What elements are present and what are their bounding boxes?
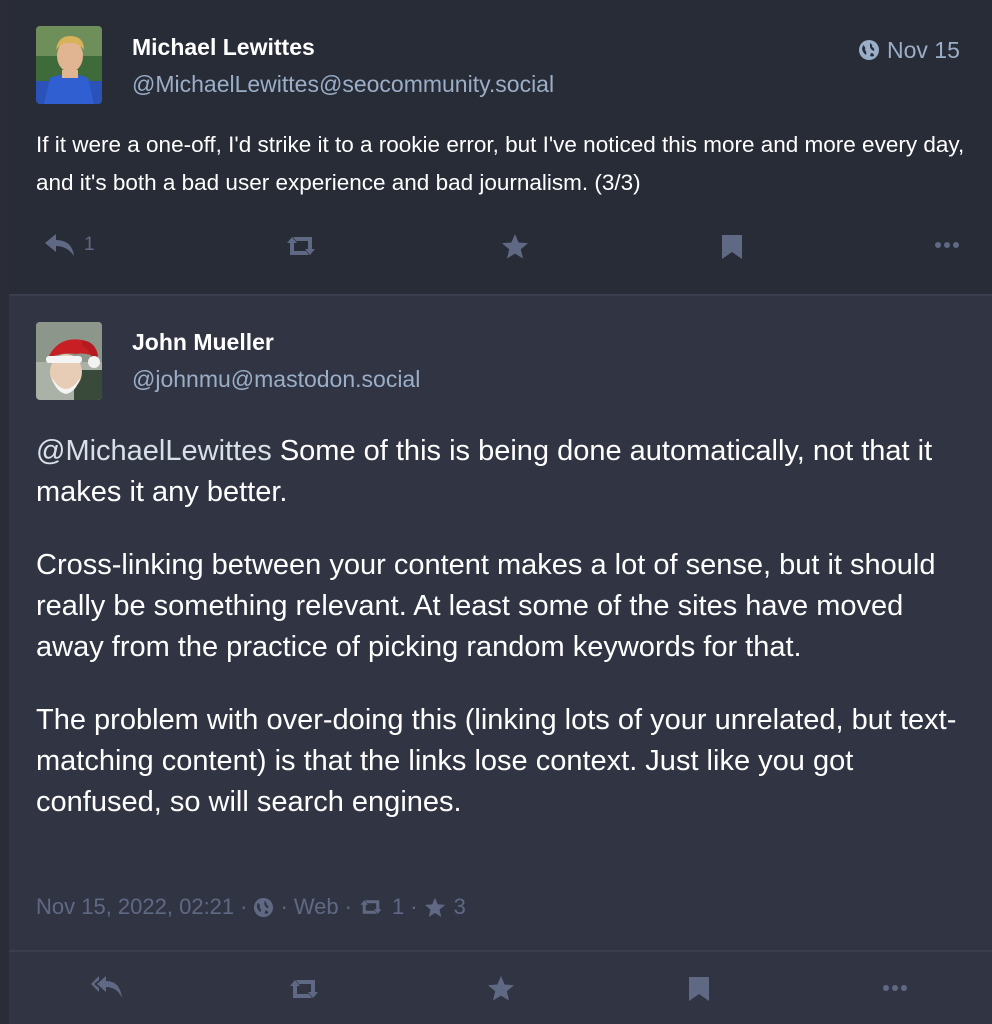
star-icon bbox=[502, 234, 528, 259]
more-button[interactable] bbox=[882, 984, 908, 992]
globe-icon bbox=[254, 897, 274, 917]
ellipsis-icon bbox=[883, 985, 907, 991]
favourite-count-link[interactable]: 3 bbox=[424, 894, 466, 920]
page: Michael Lewittes @MichaelLewittes@seocom… bbox=[0, 0, 992, 1024]
favourite-count: 3 bbox=[453, 894, 466, 919]
status-timestamp[interactable]: Nov 15 bbox=[887, 37, 960, 64]
retweet-icon bbox=[360, 900, 382, 914]
bookmark-button[interactable] bbox=[688, 976, 710, 1002]
account-handle[interactable]: @johnmu@mastodon.social bbox=[132, 366, 420, 393]
bookmark-button[interactable] bbox=[721, 234, 743, 260]
application-name: Web bbox=[293, 894, 339, 919]
ellipsis-icon bbox=[935, 242, 959, 248]
action-bar-divider bbox=[9, 950, 992, 952]
avatar-michael-lewittes[interactable] bbox=[36, 26, 102, 104]
bookmark-icon bbox=[689, 977, 709, 1001]
mention-link[interactable]: @MichaelLewittes bbox=[36, 435, 272, 467]
content-paragraph: The problem with over-doing this (linkin… bbox=[36, 704, 957, 818]
boost-count-link[interactable]: 1 bbox=[358, 894, 404, 920]
display-name[interactable]: Michael Lewittes bbox=[132, 34, 315, 61]
status-datetime[interactable]: Nov 15, 2022, 02:21 bbox=[36, 894, 234, 920]
favourite-button[interactable] bbox=[501, 233, 529, 260]
separator: · bbox=[410, 894, 418, 919]
retweet-icon bbox=[287, 237, 315, 255]
avatar-john-mueller[interactable] bbox=[36, 322, 102, 400]
star-icon bbox=[488, 976, 514, 1001]
boost-button[interactable] bbox=[287, 977, 321, 1001]
status-content: @MichaelLewittes Some of this is being d… bbox=[36, 431, 976, 855]
star-icon bbox=[424, 897, 445, 917]
reply-icon bbox=[45, 234, 74, 256]
retweet-icon bbox=[290, 980, 318, 998]
more-button[interactable] bbox=[934, 241, 960, 249]
reply-all-button[interactable] bbox=[90, 974, 124, 1000]
reply-button[interactable]: 1 bbox=[44, 232, 95, 258]
separator: · bbox=[344, 894, 352, 919]
account-handle[interactable]: @MichaelLewittes@seocommunity.social bbox=[132, 71, 554, 98]
separator: · bbox=[280, 894, 288, 919]
content-paragraph: @MichaelLewittes Some of this is being d… bbox=[36, 431, 976, 513]
status-meta: Nov 15, 2022, 02:21 · · Web · 1 · 3 bbox=[36, 894, 466, 920]
content-paragraph: Cross-linking between your content makes… bbox=[36, 549, 936, 663]
reply-count: 1 bbox=[84, 234, 95, 255]
boost-count: 1 bbox=[391, 894, 405, 919]
favourite-button[interactable] bbox=[487, 975, 515, 1002]
globe-icon bbox=[859, 40, 879, 60]
separator: · bbox=[240, 894, 248, 919]
reply-all-icon bbox=[91, 976, 122, 998]
status-content: If it were a one-off, I'd strike it to a… bbox=[36, 132, 965, 195]
bookmark-icon bbox=[722, 235, 742, 259]
column-edge bbox=[0, 0, 9, 1024]
display-name[interactable]: John Mueller bbox=[132, 329, 274, 356]
boost-button[interactable] bbox=[284, 234, 318, 258]
